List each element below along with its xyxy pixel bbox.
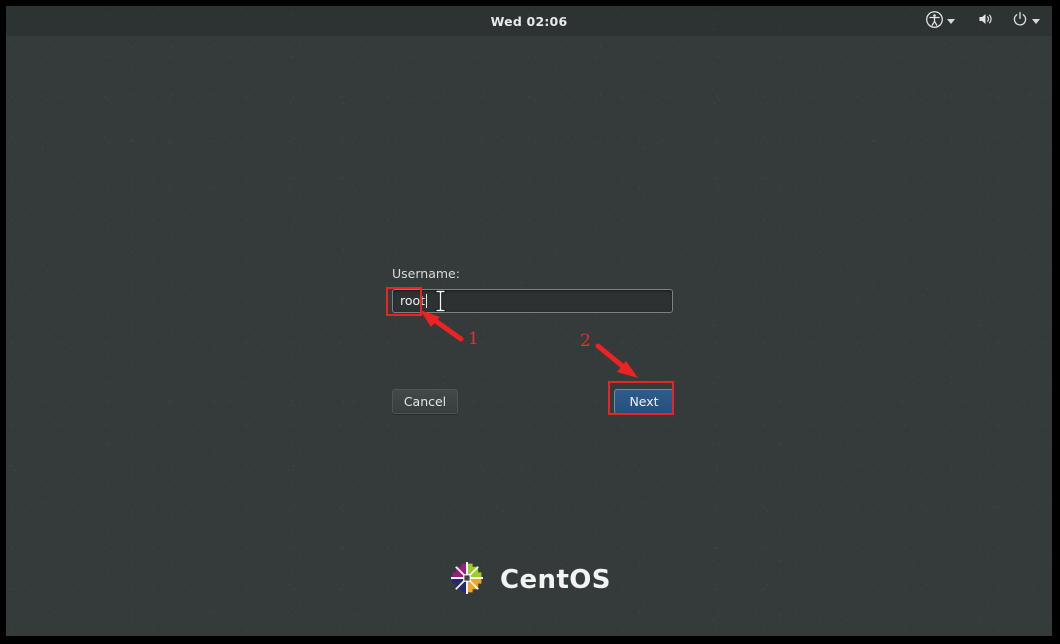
screen-frame: Wed 02:06 Username: root Cancel Next Cen… xyxy=(0,0,1060,644)
cancel-button[interactable]: Cancel xyxy=(392,389,458,414)
ibeam-mouse-cursor xyxy=(434,289,447,316)
centos-branding: CentOS xyxy=(6,558,1052,602)
clock-label: Wed 02:06 xyxy=(490,13,568,29)
annotation-overlay: 1 2 xyxy=(6,6,1052,636)
accessibility-menu-button[interactable] xyxy=(924,9,957,34)
gdm-desktop: Wed 02:06 Username: root Cancel Next Cen… xyxy=(6,6,1052,636)
volume-button[interactable] xyxy=(975,9,996,33)
annotation-label-2: 2 xyxy=(580,331,591,351)
chevron-down-icon xyxy=(1032,18,1040,24)
accessibility-icon xyxy=(926,10,943,32)
power-menu-button[interactable] xyxy=(1010,9,1042,33)
power-icon xyxy=(1012,11,1028,31)
text-caret xyxy=(426,294,428,308)
top-panel: Wed 02:06 xyxy=(6,6,1052,36)
annotation-label-1: 1 xyxy=(468,329,479,349)
annotation-arrow-2 xyxy=(595,343,638,378)
annotation-arrows xyxy=(420,310,638,378)
volume-icon xyxy=(977,11,994,31)
username-entry-row: root xyxy=(392,289,680,315)
centos-logo-icon xyxy=(447,558,487,602)
next-button[interactable]: Next xyxy=(614,389,674,414)
username-label: Username: xyxy=(392,266,460,281)
centos-wordmark: CentOS xyxy=(500,565,611,595)
login-form: Username: root xyxy=(392,266,680,315)
chevron-down-icon xyxy=(947,18,955,24)
username-input-value: root xyxy=(400,292,426,308)
system-tray xyxy=(924,6,1042,36)
login-button-row: Cancel Next xyxy=(392,389,680,415)
